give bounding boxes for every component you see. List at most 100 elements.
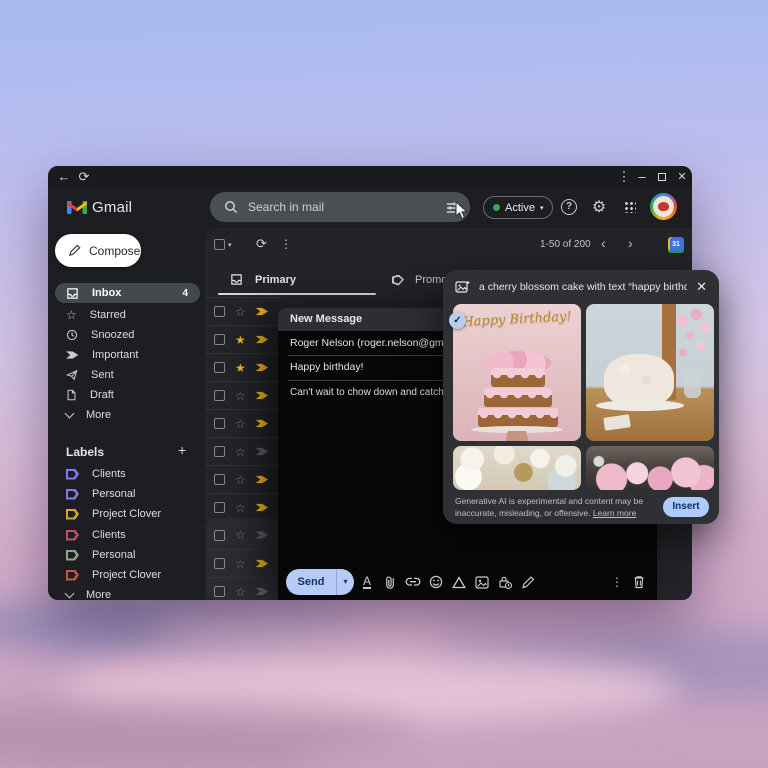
insert-photo-icon[interactable]: [473, 573, 491, 591]
star-icon[interactable]: [235, 558, 246, 570]
select-all-checkbox[interactable]: ▾: [214, 239, 232, 250]
attach-file-icon[interactable]: [381, 573, 399, 591]
sidebar-item-draft[interactable]: Draft: [55, 385, 200, 405]
sidebar-label-item[interactable]: Clients: [55, 525, 200, 545]
send-label[interactable]: Send: [286, 569, 336, 595]
row-checkbox[interactable]: [214, 418, 225, 429]
browser-menu-icon[interactable]: ⋮: [616, 169, 632, 185]
sidebar-item-more[interactable]: More: [55, 405, 200, 425]
confidential-mode-icon[interactable]: [496, 573, 514, 591]
compose-button[interactable]: Compose: [55, 234, 141, 267]
apps-grid-icon[interactable]: [619, 196, 641, 218]
sidebar-label-item[interactable]: Project Clover: [55, 504, 200, 524]
mail-row[interactable]: [206, 409, 282, 437]
row-checkbox[interactable]: [214, 306, 225, 317]
mail-row[interactable]: [206, 577, 282, 600]
sidebar-item-sent[interactable]: Sent: [55, 365, 200, 385]
add-label-plus-icon[interactable]: +: [178, 442, 186, 458]
refresh-icon[interactable]: ⟳: [76, 169, 92, 185]
back-icon[interactable]: ←: [56, 169, 72, 185]
row-checkbox[interactable]: [214, 529, 225, 541]
maximize-icon[interactable]: [654, 169, 670, 185]
mail-row[interactable]: [206, 325, 282, 353]
refresh-list-icon[interactable]: ⟳: [256, 236, 267, 252]
close-icon[interactable]: ✕: [674, 169, 690, 185]
profile-avatar[interactable]: [650, 193, 677, 220]
star-icon[interactable]: [235, 418, 246, 430]
star-icon[interactable]: [235, 502, 246, 514]
row-checkbox[interactable]: [214, 334, 225, 345]
mail-row[interactable]: [206, 381, 282, 409]
mail-row[interactable]: [206, 353, 282, 381]
mail-row[interactable]: [206, 521, 282, 549]
important-icon[interactable]: [255, 447, 269, 456]
row-checkbox[interactable]: [214, 502, 225, 513]
active-status-chip[interactable]: Active ▾: [483, 196, 554, 219]
row-checkbox[interactable]: [214, 362, 225, 373]
star-icon[interactable]: [235, 306, 246, 318]
mail-row[interactable]: [206, 297, 282, 325]
tab-primary[interactable]: Primary: [230, 273, 296, 286]
important-icon[interactable]: [255, 503, 269, 512]
important-icon[interactable]: [255, 531, 269, 539]
sidebar-labels-more[interactable]: More: [55, 585, 200, 600]
important-icon[interactable]: [255, 307, 269, 316]
row-checkbox[interactable]: [214, 558, 225, 569]
star-icon[interactable]: [235, 586, 246, 598]
generated-image-1[interactable]: Happy Birthday!: [453, 304, 581, 441]
mail-row[interactable]: [206, 493, 282, 521]
search-input[interactable]: Search in mail: [210, 192, 470, 222]
sidebar-item-important[interactable]: Important: [55, 345, 200, 365]
mail-row[interactable]: [206, 465, 282, 493]
important-icon[interactable]: [255, 419, 269, 428]
learn-more-link[interactable]: Learn more: [593, 508, 636, 518]
important-icon[interactable]: [255, 475, 269, 484]
newer-page-icon[interactable]: ‹: [601, 235, 606, 251]
important-icon[interactable]: [255, 559, 269, 568]
compose-more-icon[interactable]: ⋮: [608, 573, 626, 591]
older-page-icon[interactable]: ›: [628, 235, 633, 251]
star-icon[interactable]: [235, 362, 246, 374]
more-options-icon[interactable]: ⋮: [280, 237, 292, 251]
calendar-sidepanel-icon[interactable]: 31: [668, 237, 684, 253]
send-button[interactable]: Send ▾: [286, 569, 354, 595]
formatting-options-icon[interactable]: A: [358, 573, 376, 591]
star-icon[interactable]: [235, 334, 246, 346]
sidebar-label-item[interactable]: Clients: [55, 464, 200, 484]
row-checkbox[interactable]: [214, 390, 225, 401]
sidebar-label-item[interactable]: Project Clover: [55, 565, 200, 585]
important-icon[interactable]: [255, 391, 269, 400]
generated-image-4[interactable]: [586, 446, 714, 490]
sidebar-item-starred[interactable]: ☆ Starred: [55, 305, 200, 325]
signature-pen-icon[interactable]: [519, 573, 537, 591]
important-icon[interactable]: [255, 335, 269, 344]
popup-close-icon[interactable]: ✕: [696, 279, 707, 295]
help-icon[interactable]: ?: [558, 196, 580, 218]
generated-image-3[interactable]: [453, 446, 581, 490]
important-icon[interactable]: [255, 587, 269, 596]
sidebar-item-inbox[interactable]: Inbox 4: [55, 283, 200, 303]
sidebar-label-item[interactable]: Personal: [55, 545, 200, 565]
sidebar-label-item[interactable]: Personal: [55, 484, 200, 504]
sidebar-item-snoozed[interactable]: Snoozed: [55, 325, 200, 345]
insert-link-icon[interactable]: [404, 573, 422, 591]
star-icon[interactable]: [235, 474, 246, 486]
insert-drive-icon[interactable]: [450, 573, 468, 591]
minimize-icon[interactable]: –: [634, 169, 650, 185]
insert-emoji-icon[interactable]: [427, 573, 445, 591]
discard-draft-icon[interactable]: [630, 573, 648, 591]
row-checkbox[interactable]: [214, 474, 225, 485]
star-icon[interactable]: [235, 529, 246, 541]
selected-check-icon[interactable]: ✓: [449, 312, 466, 329]
generated-image-2[interactable]: [586, 304, 714, 441]
insert-button[interactable]: Insert: [663, 497, 709, 517]
settings-gear-icon[interactable]: ⚙: [588, 196, 610, 218]
star-icon[interactable]: [235, 446, 246, 458]
star-icon[interactable]: [235, 390, 246, 402]
row-checkbox[interactable]: [214, 446, 225, 457]
mail-row[interactable]: [206, 549, 282, 577]
row-checkbox[interactable]: [214, 586, 225, 597]
send-options-arrow-icon[interactable]: ▾: [336, 569, 354, 595]
mail-row[interactable]: [206, 437, 282, 465]
important-icon[interactable]: [255, 363, 269, 372]
